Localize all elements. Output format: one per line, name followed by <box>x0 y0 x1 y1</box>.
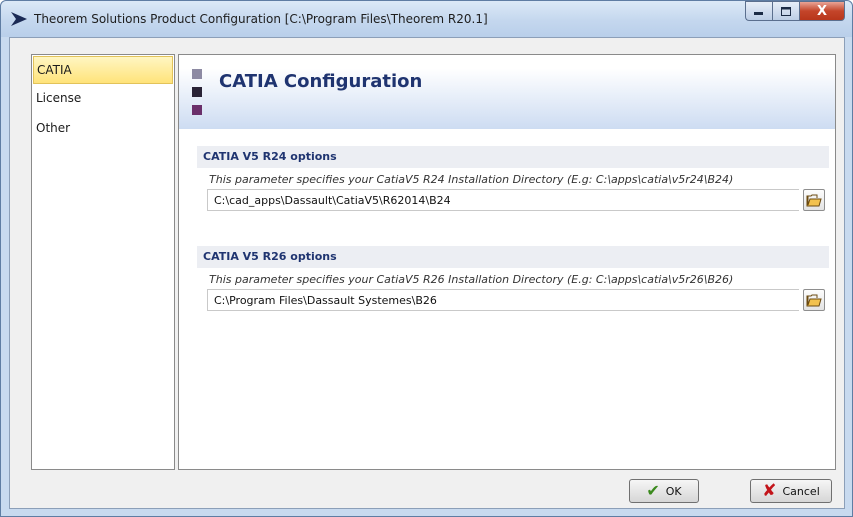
section-title: CATIA V5 R26 options <box>197 246 829 268</box>
chevron-right-icon <box>11 12 27 26</box>
cancel-button-label: Cancel <box>782 484 820 498</box>
content-header: CATIA Configuration <box>179 55 835 129</box>
checkmark-icon: ✔ <box>646 481 660 500</box>
close-icon: X <box>816 3 828 19</box>
cancel-button[interactable]: ✘ Cancel <box>750 479 832 503</box>
r26-path-input[interactable] <box>207 289 799 311</box>
close-button[interactable]: X <box>799 1 845 21</box>
caption-buttons: X <box>745 1 845 21</box>
path-row <box>207 189 829 213</box>
navigation-list: CATIA License Other <box>31 54 175 470</box>
minimize-button[interactable] <box>745 1 772 21</box>
page-title: CATIA Configuration <box>219 71 423 92</box>
r24-browse-button[interactable] <box>803 189 825 211</box>
section-description: This parameter specifies your CatiaV5 R2… <box>209 173 734 186</box>
x-icon: ✘ <box>762 481 777 501</box>
section-r26: CATIA V5 R26 options This parameter spec… <box>197 246 829 313</box>
nav-item-catia[interactable]: CATIA <box>33 56 173 84</box>
decor-square-icon <box>192 69 202 79</box>
nav-item-other[interactable]: Other <box>33 114 173 144</box>
open-folder-icon <box>806 294 822 307</box>
section-description: This parameter specifies your CatiaV5 R2… <box>209 273 734 286</box>
decor-square-icon <box>192 87 202 97</box>
r26-browse-button[interactable] <box>803 289 825 311</box>
decor-square-icon <box>192 105 202 115</box>
maximize-button[interactable] <box>772 1 799 21</box>
section-r24: CATIA V5 R24 options This parameter spec… <box>197 146 829 213</box>
title-bar[interactable]: Theorem Solutions Product Configuration … <box>1 1 852 37</box>
r24-path-input[interactable] <box>207 189 799 211</box>
app-window: Theorem Solutions Product Configuration … <box>0 0 853 517</box>
maximize-icon <box>781 6 791 16</box>
open-folder-icon <box>806 194 822 207</box>
path-row <box>207 289 829 313</box>
window-title: Theorem Solutions Product Configuration … <box>34 12 488 26</box>
section-title: CATIA V5 R24 options <box>197 146 829 168</box>
content-panel: CATIA Configuration CATIA V5 R24 options… <box>178 54 836 470</box>
ok-button-label: OK <box>665 484 682 498</box>
dialog-client-area: CATIA License Other CATIA Configuration … <box>9 37 845 509</box>
nav-item-license[interactable]: License <box>33 84 173 114</box>
minimize-icon <box>754 12 763 15</box>
ok-button[interactable]: ✔ OK <box>629 479 699 503</box>
